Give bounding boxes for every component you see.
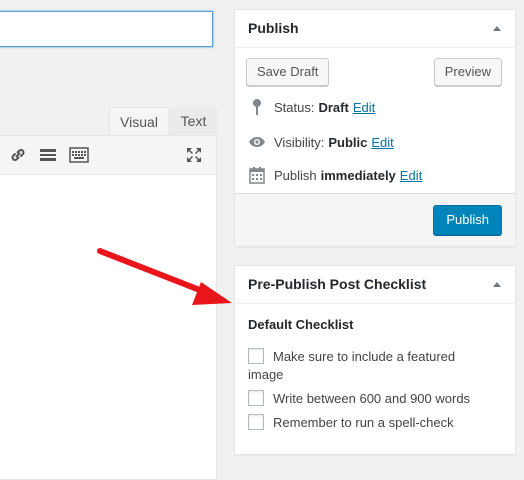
- checklist-checkbox[interactable]: [248, 414, 264, 430]
- more-tag-icon[interactable]: [38, 145, 58, 165]
- status-value: Draft: [318, 99, 349, 115]
- pin-icon: [248, 98, 266, 116]
- checklist-checkbox[interactable]: [248, 390, 264, 406]
- visibility-row: Visibility: Public Edit: [248, 133, 394, 151]
- visibility-label: Visibility:: [274, 134, 325, 150]
- publish-time-value: immediately: [320, 167, 396, 183]
- toolbar-toggle-icon[interactable]: [69, 145, 89, 165]
- status-row: Status: Draft Edit: [248, 98, 375, 116]
- preview-button[interactable]: Preview: [433, 58, 502, 86]
- collapse-arrow-icon[interactable]: [493, 26, 501, 31]
- checklist-box: Pre-Publish Post Checklist Default Check…: [234, 265, 516, 455]
- post-title-input[interactable]: [0, 11, 213, 47]
- link-icon[interactable]: [8, 145, 28, 165]
- save-draft-button[interactable]: Save Draft: [246, 58, 330, 86]
- editor-area[interactable]: [0, 135, 217, 480]
- publish-box-header[interactable]: Publish: [235, 10, 515, 48]
- publish-box-title: Publish: [248, 20, 299, 36]
- checklist-box-header[interactable]: Pre-Publish Post Checklist: [235, 266, 515, 304]
- publish-time-label: Publish: [274, 167, 317, 183]
- publish-box: Publish Save Draft Preview Status: Draft…: [234, 9, 516, 247]
- tab-visual[interactable]: Visual: [109, 107, 169, 135]
- checklist-item: Make sure to include a featured image: [248, 348, 488, 384]
- checklist-heading: Default Checklist: [248, 317, 354, 332]
- checklist-item-label: Write between 600 and 900 words: [273, 391, 471, 406]
- checklist-box-title: Pre-Publish Post Checklist: [248, 276, 427, 292]
- status-edit-link[interactable]: Edit: [353, 100, 375, 115]
- eye-icon: [248, 133, 266, 151]
- fullscreen-icon[interactable]: [184, 145, 204, 165]
- publish-button[interactable]: Publish: [433, 205, 502, 235]
- checklist-item: Write between 600 and 900 words: [248, 390, 470, 408]
- editor-tabs: Visual Text: [0, 107, 217, 135]
- checklist-item-label: Remember to run a spell-check: [273, 415, 454, 430]
- checklist-item-label: Make sure to include a featured image: [248, 349, 456, 382]
- checklist-item: Remember to run a spell-check: [248, 414, 454, 432]
- calendar-icon: [248, 166, 266, 184]
- visibility-edit-link[interactable]: Edit: [371, 135, 393, 150]
- status-label: Status:: [274, 99, 315, 115]
- collapse-arrow-icon[interactable]: [493, 282, 501, 287]
- editor-toolbar: [0, 136, 216, 175]
- publish-time-edit-link[interactable]: Edit: [400, 168, 422, 183]
- tab-text[interactable]: Text: [170, 107, 217, 135]
- publish-actions: Publish: [235, 193, 515, 246]
- publish-time-row: Publish immediately Edit: [248, 166, 422, 184]
- visibility-value: Public: [328, 134, 368, 150]
